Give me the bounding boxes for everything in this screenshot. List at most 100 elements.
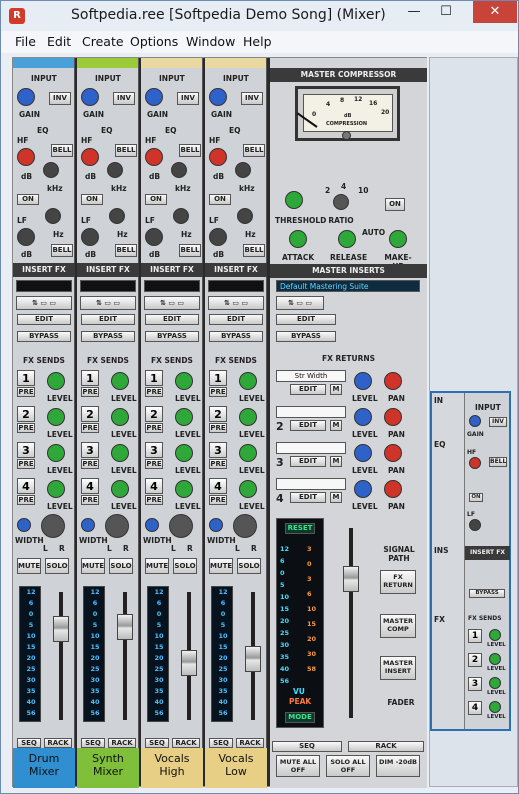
lf-gain-knob[interactable]: [209, 228, 227, 246]
fx-send-pre-button[interactable]: PRE: [145, 459, 163, 469]
menu-file[interactable]: File: [15, 34, 36, 49]
compressor-on-button[interactable]: ON: [385, 198, 405, 211]
nav-fx-send-knob[interactable]: [489, 677, 501, 689]
fx-return-pan-knob[interactable]: [384, 408, 402, 426]
close-button[interactable]: ✕: [473, 1, 517, 23]
menu-create[interactable]: Create: [82, 34, 124, 49]
signal-path-master-comp[interactable]: MASTER COMP: [380, 614, 416, 638]
master-insert-edit-button[interactable]: EDIT: [276, 314, 336, 325]
master-rack-button[interactable]: RACK: [348, 741, 424, 752]
dim-button[interactable]: DIM -20dB: [376, 755, 420, 777]
master-seq-button[interactable]: SEQ: [272, 741, 342, 752]
fx-send-level-knob[interactable]: [239, 372, 257, 390]
hf-freq-knob[interactable]: [145, 148, 163, 166]
fx-send-level-knob[interactable]: [175, 408, 193, 426]
fx-send-2-button[interactable]: 2: [145, 406, 163, 422]
fx-send-2-button[interactable]: 2: [81, 406, 99, 422]
fx-send-level-knob[interactable]: [111, 372, 129, 390]
fx-return-pan-knob[interactable]: [384, 372, 402, 390]
nav-eq-on-button[interactable]: ON: [469, 493, 483, 502]
fx-send-2-button[interactable]: 2: [209, 406, 227, 422]
seq-button[interactable]: SEQ: [145, 738, 169, 748]
lf-freq-knob[interactable]: [109, 208, 125, 224]
insert-edit-button[interactable]: EDIT: [145, 314, 199, 325]
lf-gain-knob[interactable]: [145, 228, 163, 246]
hf-freq-knob[interactable]: [17, 148, 35, 166]
channel-name[interactable]: Vocals High: [141, 748, 203, 788]
nav-fx-send-button[interactable]: 3: [468, 677, 482, 691]
fx-send-3-button[interactable]: 3: [81, 442, 99, 458]
pan-knob[interactable]: [233, 514, 257, 538]
fx-send-level-knob[interactable]: [47, 480, 65, 498]
width-knob[interactable]: [209, 518, 223, 532]
fx-send-3-button[interactable]: 3: [17, 442, 35, 458]
insert-edit-button[interactable]: EDIT: [81, 314, 135, 325]
channel-name[interactable]: Synth Mixer: [77, 748, 139, 788]
rack-button[interactable]: RACK: [44, 738, 72, 748]
fx-send-pre-button[interactable]: PRE: [81, 459, 99, 469]
fx-send-pre-button[interactable]: PRE: [17, 387, 35, 397]
fx-send-level-knob[interactable]: [175, 480, 193, 498]
lf-bell-button[interactable]: BELL: [243, 244, 265, 257]
nav-fx-send-knob[interactable]: [489, 701, 501, 713]
invert-button[interactable]: INV: [177, 92, 199, 105]
nav-gain-knob[interactable]: [469, 415, 481, 427]
fx-send-pre-button[interactable]: PRE: [209, 459, 227, 469]
channel-fader-handle[interactable]: [117, 614, 133, 640]
seq-button[interactable]: SEQ: [81, 738, 105, 748]
makeup-knob[interactable]: [389, 230, 407, 248]
fx-send-1-button[interactable]: 1: [209, 370, 227, 386]
fx-send-4-button[interactable]: 4: [17, 478, 35, 494]
hf-khz-knob[interactable]: [235, 162, 251, 178]
rack-button[interactable]: RACK: [108, 738, 136, 748]
rack-button[interactable]: RACK: [172, 738, 200, 748]
nav-fx-send-knob[interactable]: [489, 629, 501, 641]
master-insert-bypass-button[interactable]: BYPASS: [276, 331, 336, 342]
invert-button[interactable]: INV: [113, 92, 135, 105]
pan-knob[interactable]: [169, 514, 193, 538]
lf-gain-knob[interactable]: [81, 228, 99, 246]
fx-send-level-knob[interactable]: [47, 444, 65, 462]
hf-bell-button[interactable]: BELL: [179, 144, 201, 157]
menu-options[interactable]: Options: [130, 34, 178, 49]
fx-send-pre-button[interactable]: PRE: [145, 387, 163, 397]
lf-gain-knob[interactable]: [17, 228, 35, 246]
release-knob[interactable]: [338, 230, 356, 248]
fx-return-edit-button[interactable]: EDIT: [290, 420, 326, 431]
hf-khz-knob[interactable]: [43, 162, 59, 178]
insert-fx-browse-buttons[interactable]: ⇅ ▭ ▭: [80, 296, 136, 310]
fx-send-level-knob[interactable]: [239, 480, 257, 498]
fx-return-mute-button[interactable]: M: [330, 420, 342, 431]
hf-khz-knob[interactable]: [171, 162, 187, 178]
mute-button[interactable]: MUTE: [145, 558, 169, 574]
insert-edit-button[interactable]: EDIT: [17, 314, 71, 325]
fx-return-level-knob[interactable]: [354, 372, 372, 390]
lf-freq-knob[interactable]: [237, 208, 253, 224]
mute-button[interactable]: MUTE: [17, 558, 41, 574]
fx-send-level-knob[interactable]: [239, 444, 257, 462]
rack-button[interactable]: RACK: [236, 738, 264, 748]
insert-fx-browse-buttons[interactable]: ⇅ ▭ ▭: [16, 296, 72, 310]
invert-button[interactable]: INV: [49, 92, 71, 105]
fx-send-pre-button[interactable]: PRE: [209, 495, 227, 505]
fx-send-level-knob[interactable]: [175, 444, 193, 462]
signal-path-master-insert[interactable]: MASTER INSERT: [380, 656, 416, 680]
fx-return-mute-button[interactable]: M: [330, 384, 342, 395]
pan-knob[interactable]: [41, 514, 65, 538]
lf-freq-knob[interactable]: [173, 208, 189, 224]
hf-bell-button[interactable]: BELL: [115, 144, 137, 157]
gain-knob[interactable]: [145, 88, 163, 106]
fx-send-pre-button[interactable]: PRE: [17, 423, 35, 433]
eq-on-button[interactable]: ON: [17, 194, 39, 205]
insert-edit-button[interactable]: EDIT: [209, 314, 263, 325]
nav-inv-button[interactable]: INV: [489, 417, 507, 427]
channel-fader-handle[interactable]: [181, 650, 197, 676]
fx-send-1-button[interactable]: 1: [17, 370, 35, 386]
pan-knob[interactable]: [105, 514, 129, 538]
fx-send-4-button[interactable]: 4: [145, 478, 163, 494]
width-knob[interactable]: [81, 518, 95, 532]
attack-knob[interactable]: [289, 230, 307, 248]
menu-window[interactable]: Window: [186, 34, 235, 49]
gain-knob[interactable]: [209, 88, 227, 106]
fx-return-edit-button[interactable]: EDIT: [290, 456, 326, 467]
